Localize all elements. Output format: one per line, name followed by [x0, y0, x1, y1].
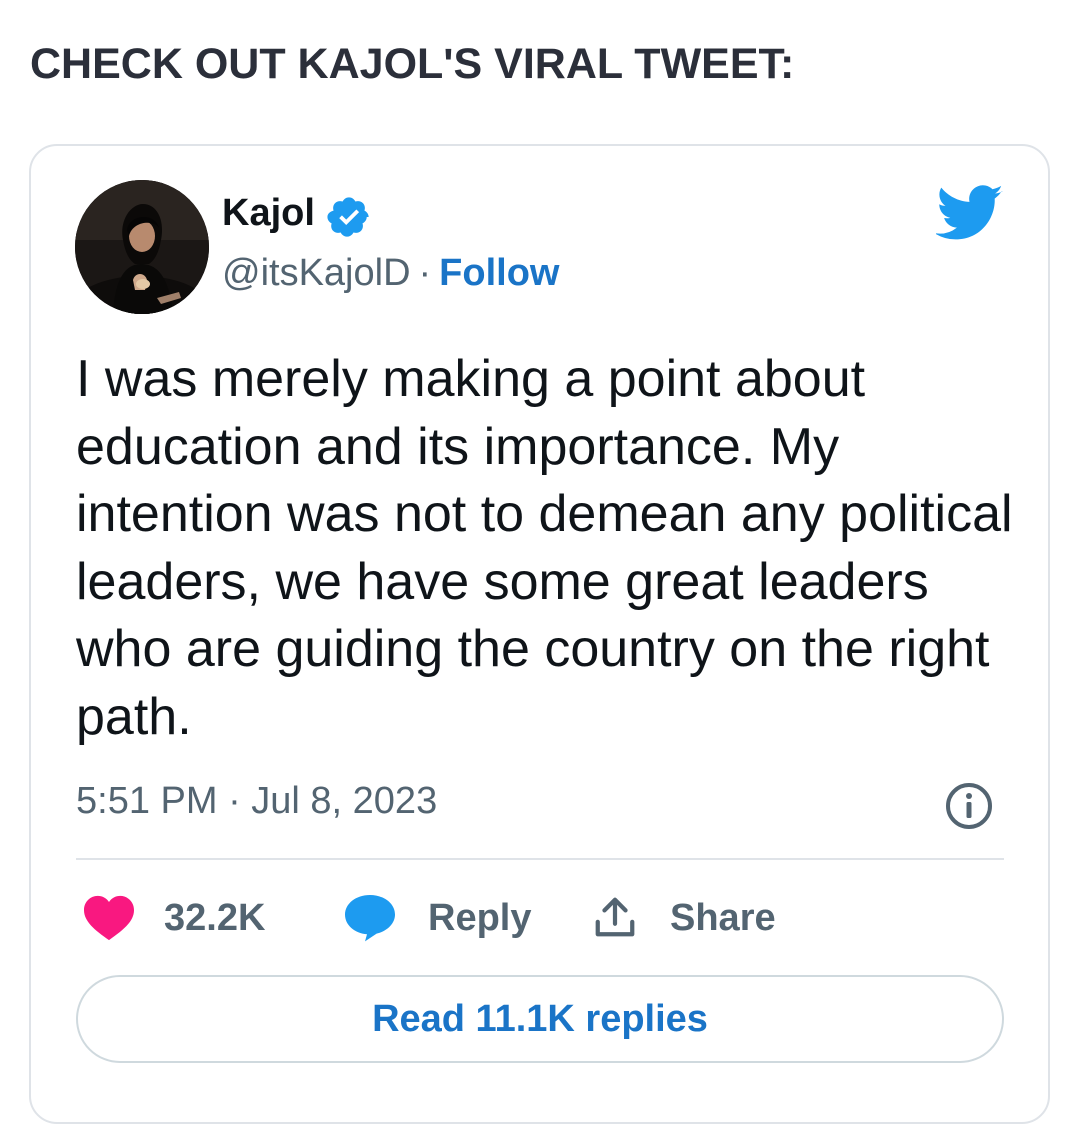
verified-badge-icon: [327, 197, 369, 237]
author-handle[interactable]: @itsKajolD: [222, 252, 411, 294]
tweet-text: I was merely making a point about educat…: [76, 350, 1013, 746]
heart-icon: [84, 895, 134, 941]
handle-row: @itsKajolD · Follow: [222, 252, 559, 295]
like-button[interactable]: 32.2K: [84, 888, 265, 948]
tweet-timestamp[interactable]: 5:51 PM · Jul 8, 2023: [76, 780, 437, 823]
reply-label: Reply: [428, 896, 532, 939]
info-icon[interactable]: [944, 781, 994, 831]
share-button[interactable]: Share: [592, 888, 776, 948]
share-upload-icon: [595, 897, 635, 937]
separator-dot: ·: [418, 252, 432, 294]
avatar[interactable]: [75, 180, 209, 314]
page-headline: CHECK OUT KAJOL'S VIRAL TWEET:: [30, 40, 795, 88]
likes-count: 32.2K: [164, 896, 266, 939]
follow-link[interactable]: Follow: [439, 252, 559, 294]
divider: [76, 858, 1004, 860]
read-replies-button[interactable]: Read 11.1K replies: [76, 975, 1004, 1063]
twitter-bird-icon[interactable]: [936, 184, 1004, 242]
speech-bubble-icon: [345, 895, 395, 942]
reply-button[interactable]: Reply: [344, 888, 531, 948]
author-name[interactable]: Kajol: [222, 192, 315, 235]
share-label: Share: [670, 896, 776, 939]
